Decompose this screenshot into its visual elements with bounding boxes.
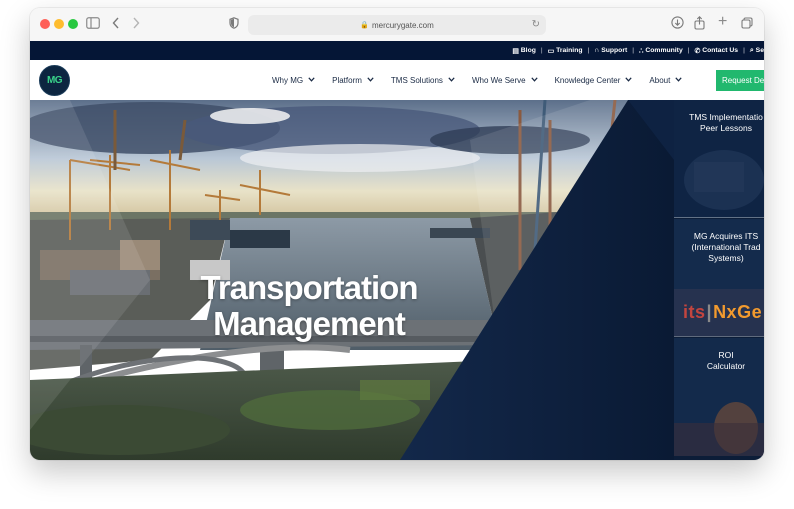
card-tms-implementation[interactable]: TMS Implementatio Peer Lessons xyxy=(674,100,764,218)
nav-item-label: About xyxy=(649,75,671,85)
new-tab-icon[interactable]: + xyxy=(718,14,727,30)
topbar-link-label: Blog xyxy=(520,47,536,54)
nav-item-who-we-serve[interactable]: Who We Serve xyxy=(472,76,538,85)
monitor-icon: ▭ xyxy=(547,47,555,55)
reload-icon[interactable]: ↻ xyxy=(532,19,540,30)
topbar-link-se[interactable]: ⌕ Se xyxy=(750,47,764,55)
nav-menu: Why MG Platform TMS Solutions Who We Serve K… xyxy=(272,60,699,100)
chevron-down-icon xyxy=(308,76,315,84)
topbar-link-label: Support xyxy=(601,47,628,54)
nav-item-label: Knowledge Center xyxy=(554,75,621,85)
topbar-link-support[interactable]: ∩ Support xyxy=(594,47,627,54)
search-icon: ⌕ xyxy=(749,46,754,54)
topbar-link-label: Training xyxy=(556,47,583,54)
lock-icon: 🔒 xyxy=(360,22,369,29)
nav-item-label: Who We Serve xyxy=(471,75,526,85)
utility-bar: ▤ Blog | ▭ Training | ∩ Support | ∴ Community | ✆ Con… xyxy=(30,41,764,60)
browser-window: 🔒 mercurygate.com ↻ + ▤ Blog | ▭ Training | ∩ S… xyxy=(30,8,764,460)
close-window-button[interactable] xyxy=(40,19,50,29)
nav-item-label: TMS Solutions xyxy=(390,75,443,85)
logo-separator: | xyxy=(706,302,713,322)
topbar-link-label: Community xyxy=(645,47,683,54)
back-icon[interactable] xyxy=(112,16,120,32)
topbar-separator: | xyxy=(687,47,690,54)
topbar-link-blog[interactable]: ▤ Blog xyxy=(512,47,536,55)
forward-icon[interactable] xyxy=(132,16,140,32)
main-nav: MG Why MG Platform TMS Solutions Who We Ser… xyxy=(30,60,764,100)
nav-item-why-mg[interactable]: Why MG xyxy=(272,76,315,85)
zoom-window-button[interactable] xyxy=(68,19,78,29)
minimize-window-button[interactable] xyxy=(54,19,64,29)
sidebar-toggle-icon[interactable] xyxy=(86,16,100,32)
hero-heading-line2: Management xyxy=(213,305,406,342)
chevron-down-icon xyxy=(675,76,682,84)
topbar-separator: | xyxy=(632,47,635,54)
topbar-separator: | xyxy=(540,47,543,54)
card-title: TMS Implementatio Peer Lessons xyxy=(689,112,763,133)
its-logo-text: its xyxy=(683,302,706,322)
browser-toolbar: 🔒 mercurygate.com ↻ + xyxy=(30,8,764,41)
topbar-link-label: Se xyxy=(755,47,764,54)
book-icon: ▤ xyxy=(512,47,519,55)
card-title: ROI Calculator xyxy=(706,350,746,371)
feature-cards-column: TMS Implementatio Peer Lessons MG Acquir… xyxy=(674,100,764,460)
nav-item-tms-solutions[interactable]: TMS Solutions xyxy=(391,76,455,85)
phone-icon: ✆ xyxy=(694,47,701,55)
chevron-down-icon xyxy=(367,76,374,84)
topbar-link-community[interactable]: ∴ Community xyxy=(639,47,683,55)
topbar-link-contact-us[interactable]: ✆ Contact Us xyxy=(695,47,739,55)
url-text: mercurygate.com xyxy=(371,20,434,30)
hero-section: Transportation Management TMS Implementa… xyxy=(30,100,764,460)
card-mg-acquires-its[interactable]: MG Acquires ITS (International Trad Syst… xyxy=(674,219,764,337)
nav-item-platform[interactable]: Platform xyxy=(332,76,374,85)
downloads-icon[interactable] xyxy=(671,16,684,32)
hero-heading: Transportation Management xyxy=(169,270,449,342)
request-demo-label: Request Dem xyxy=(722,76,764,85)
its-nxgen-logo: its|NxGe xyxy=(683,302,762,323)
privacy-shield-icon[interactable] xyxy=(229,16,239,32)
tab-overview-icon[interactable] xyxy=(741,16,753,32)
mercurygate-logo[interactable]: MG xyxy=(39,65,70,96)
nav-item-label: Why MG xyxy=(272,75,304,85)
logo-text: MG xyxy=(46,75,63,86)
card-title: MG Acquires ITS (International Trad Syst… xyxy=(691,231,761,263)
request-demo-button[interactable]: Request Dem xyxy=(716,70,764,91)
headset-icon: ∩ xyxy=(594,47,600,54)
topbar-separator: | xyxy=(587,47,590,54)
hero-heading-line1: Transportation xyxy=(200,269,418,306)
topbar-link-label: Contact Us xyxy=(702,47,739,54)
chevron-down-icon xyxy=(625,76,633,84)
nav-item-label: Platform xyxy=(332,75,362,85)
nav-item-knowledge-center[interactable]: Knowledge Center xyxy=(555,76,633,85)
chevron-down-icon xyxy=(530,76,538,84)
topbar-link-training[interactable]: ▭ Training xyxy=(548,47,583,55)
share-icon[interactable] xyxy=(694,16,705,33)
people-icon: ∴ xyxy=(639,47,644,55)
card-roi-calculator[interactable]: ROI Calculator xyxy=(674,338,764,456)
topbar-separator: | xyxy=(743,47,745,54)
address-bar[interactable]: 🔒 mercurygate.com ↻ xyxy=(248,15,546,35)
chevron-down-icon xyxy=(448,76,455,84)
nxgen-logo-text: NxGe xyxy=(713,302,763,322)
nav-item-about[interactable]: About xyxy=(649,76,682,85)
